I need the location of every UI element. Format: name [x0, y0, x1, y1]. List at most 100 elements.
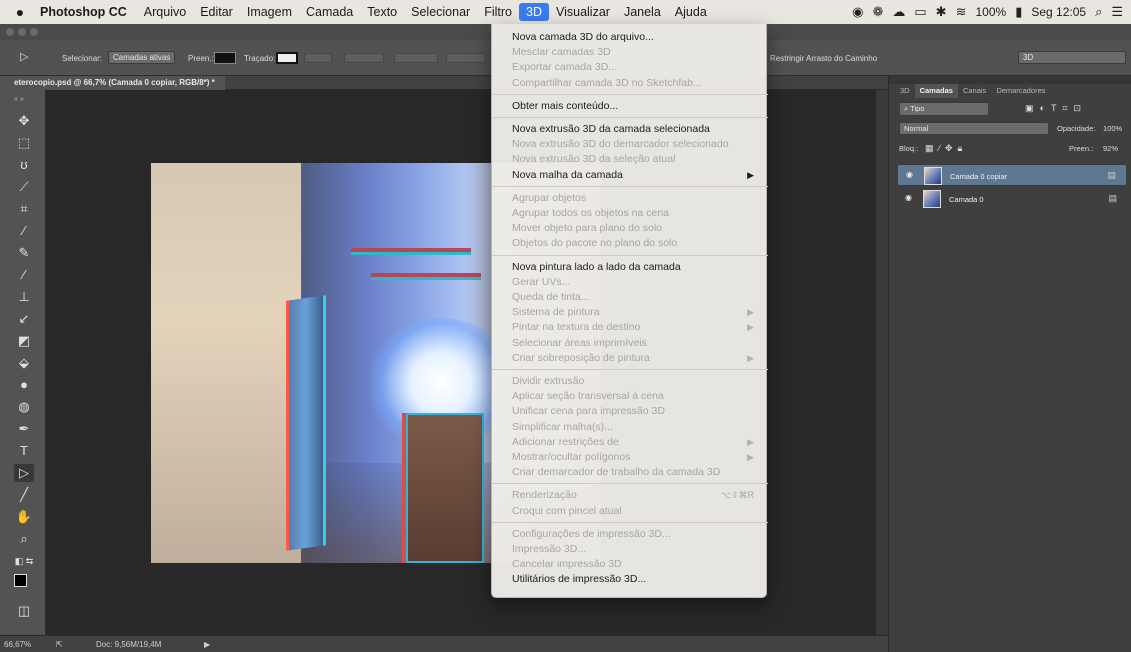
path-selection-tool-icon[interactable]: ▷: [20, 50, 28, 63]
menu-item[interactable]: Pintar na textura de destino: [512, 320, 640, 334]
type-tool-icon[interactable]: T: [14, 442, 34, 460]
close-window-button[interactable]: [6, 28, 14, 36]
share-icon[interactable]: ⇱: [56, 640, 63, 649]
menu-item[interactable]: Agrupar todos os objetos na cena: [512, 206, 669, 220]
foreground-color-swatch[interactable]: [14, 574, 27, 587]
healing-brush-tool-icon[interactable]: ✎: [14, 244, 34, 262]
restrict-path-drag-label[interactable]: Restringir Arrasto do Caminho: [770, 54, 877, 63]
opacity-value[interactable]: 100%: [1103, 124, 1122, 133]
default-colors-icon[interactable]: ◧ ⇆: [14, 552, 34, 570]
menu-item[interactable]: Nova extrusão 3D da seleção atual: [512, 152, 675, 166]
quick-mask-icon[interactable]: ◫: [14, 602, 34, 620]
stroke-type-dropdown[interactable]: [344, 53, 384, 63]
menu-item[interactable]: Objetos do pacote no plano do solo: [512, 236, 677, 250]
quick-selection-tool-icon[interactable]: ⟋: [14, 178, 34, 196]
stroke-width-input[interactable]: [304, 53, 332, 63]
apple-icon[interactable]: ●: [0, 4, 40, 20]
document-tab[interactable]: eterocopio.psd @ 66,7% (Camada 0 copiar,…: [0, 76, 225, 90]
menu-item[interactable]: Nova malha da camada: [512, 168, 623, 182]
clock[interactable]: Seg 12:05: [1031, 5, 1086, 19]
eyedropper-tool-icon[interactable]: ⁄: [14, 222, 34, 240]
shape-tool-icon[interactable]: ╱: [14, 486, 34, 504]
app-name-menu[interactable]: Photoshop CC: [40, 5, 127, 19]
menu-item[interactable]: Unificar cena para impressão 3D: [512, 404, 665, 418]
wifi-icon[interactable]: ≋: [956, 4, 967, 20]
menu-camada[interactable]: Camada: [299, 0, 360, 24]
path-selection-tool-icon[interactable]: ▷: [14, 464, 34, 482]
tab-demarcadores[interactable]: Demarcadores: [991, 84, 1050, 98]
menu-item[interactable]: Obter mais conteúdo...: [512, 99, 618, 113]
menu-item[interactable]: Nova pintura lado a lado da camada: [512, 260, 681, 274]
foreground-background-colors[interactable]: [14, 574, 36, 596]
filter-icons[interactable]: ▣◐T⌗⊡: [1025, 103, 1087, 114]
menu-3d[interactable]: 3D: [519, 3, 549, 21]
select-dropdown[interactable]: Camadas ativas: [108, 51, 176, 64]
tab-3d[interactable]: 3D: [895, 84, 915, 98]
stroke-swatch[interactable]: [276, 52, 298, 64]
blur-tool-icon[interactable]: ●: [14, 376, 34, 394]
menu-item[interactable]: Sistema de pintura: [512, 305, 600, 319]
menu-item[interactable]: Impressão 3D...: [512, 542, 586, 556]
lock-icons[interactable]: ▦∕✥🔒︎: [925, 143, 967, 154]
display-icon[interactable]: ▭: [914, 4, 926, 20]
panel-grip-icon[interactable]: « »: [14, 96, 24, 103]
menu-item[interactable]: Croqui com pincel atual: [512, 504, 622, 518]
pen-tool-icon[interactable]: ✒: [14, 420, 34, 438]
menu-item[interactable]: Mostrar/ocultar polígonos: [512, 450, 630, 464]
width-input[interactable]: [394, 53, 438, 63]
cloud-icon[interactable]: ☁: [892, 4, 905, 20]
menu-item[interactable]: Aplicar seção transversal à cena: [512, 389, 664, 403]
menu-editar[interactable]: Editar: [193, 0, 240, 24]
height-input[interactable]: [446, 53, 486, 63]
menu-imagem[interactable]: Imagem: [240, 0, 299, 24]
move-tool-icon[interactable]: ✥: [14, 112, 34, 130]
zoom-level[interactable]: 66,67%: [4, 640, 31, 649]
layer-row[interactable]: ◉ Camada 0 copiar ▤: [897, 164, 1127, 186]
battery-icon[interactable]: ▮: [1015, 4, 1022, 20]
history-brush-tool-icon[interactable]: ↙: [14, 310, 34, 328]
tab-camadas[interactable]: Camadas: [914, 84, 958, 98]
layer-filter-dropdown[interactable]: ⌕ Tipo: [899, 102, 989, 116]
menu-item[interactable]: Nova extrusão 3D da camada selecionada: [512, 122, 710, 136]
marquee-tool-icon[interactable]: ⬚: [14, 134, 34, 152]
hand-tool-icon[interactable]: ✋: [14, 508, 34, 526]
menu-visualizar[interactable]: Visualizar: [549, 0, 617, 24]
menu-item[interactable]: Utilitários de impressão 3D...: [512, 572, 646, 586]
menu-item[interactable]: Criar sobreposição de pintura: [512, 351, 650, 365]
menu-filtro[interactable]: Filtro: [477, 0, 519, 24]
menu-item[interactable]: Simplificar malha(s)...: [512, 420, 613, 434]
menu-item[interactable]: Agrupar objetos: [512, 191, 586, 205]
tab-canais[interactable]: Canais: [958, 84, 991, 98]
workspace-switcher[interactable]: 3D: [1018, 51, 1126, 64]
zoom-window-button[interactable]: [30, 28, 38, 36]
paint-bucket-tool-icon[interactable]: ⬙: [14, 354, 34, 372]
menu-janela[interactable]: Janela: [617, 0, 668, 24]
menu-item[interactable]: Exportar camada 3D...: [512, 60, 617, 74]
status-menu-arrow-icon[interactable]: ▶: [204, 640, 210, 649]
blend-mode-dropdown[interactable]: Normal: [899, 122, 1049, 135]
layer-row[interactable]: ◉ Camada 0 ▤: [897, 188, 1127, 210]
clone-stamp-tool-icon[interactable]: ⊥: [14, 288, 34, 306]
shield-icon[interactable]: ◉: [852, 4, 863, 20]
menu-item[interactable]: Nova extrusão 3D do demarcador seleciona…: [512, 137, 729, 151]
menu-item[interactable]: Criar demarcador de trabalho da camada 3…: [512, 465, 720, 479]
spotlight-search-icon[interactable]: ⌕: [1095, 4, 1102, 20]
menu-item[interactable]: Cancelar impressão 3D: [512, 557, 622, 571]
menu-arquivo[interactable]: Arquivo: [137, 0, 193, 24]
minimize-window-button[interactable]: [18, 28, 26, 36]
menu-item[interactable]: Gerar UVs...: [512, 275, 570, 289]
creative-cloud-icon[interactable]: ❁: [872, 4, 883, 20]
fill-swatch[interactable]: [214, 52, 236, 64]
menu-item[interactable]: Selecionar áreas imprimíveis: [512, 336, 647, 350]
dodge-tool-icon[interactable]: ◍: [14, 398, 34, 416]
menu-item[interactable]: Mesclar camadas 3D: [512, 45, 611, 59]
menu-selecionar[interactable]: Selecionar: [404, 0, 477, 24]
notification-center-icon[interactable]: ☰: [1111, 4, 1123, 20]
menu-ajuda[interactable]: Ajuda: [668, 0, 714, 24]
menu-item[interactable]: Compartilhar camada 3D no Sketchfab...: [512, 76, 702, 90]
fill-value[interactable]: 92%: [1103, 144, 1118, 153]
visibility-eye-icon[interactable]: ◉: [905, 193, 915, 202]
menu-texto[interactable]: Texto: [360, 0, 404, 24]
lasso-tool-icon[interactable]: ʊ: [14, 156, 34, 174]
menu-item[interactable]: Mover objeto para plano do solo: [512, 221, 662, 235]
